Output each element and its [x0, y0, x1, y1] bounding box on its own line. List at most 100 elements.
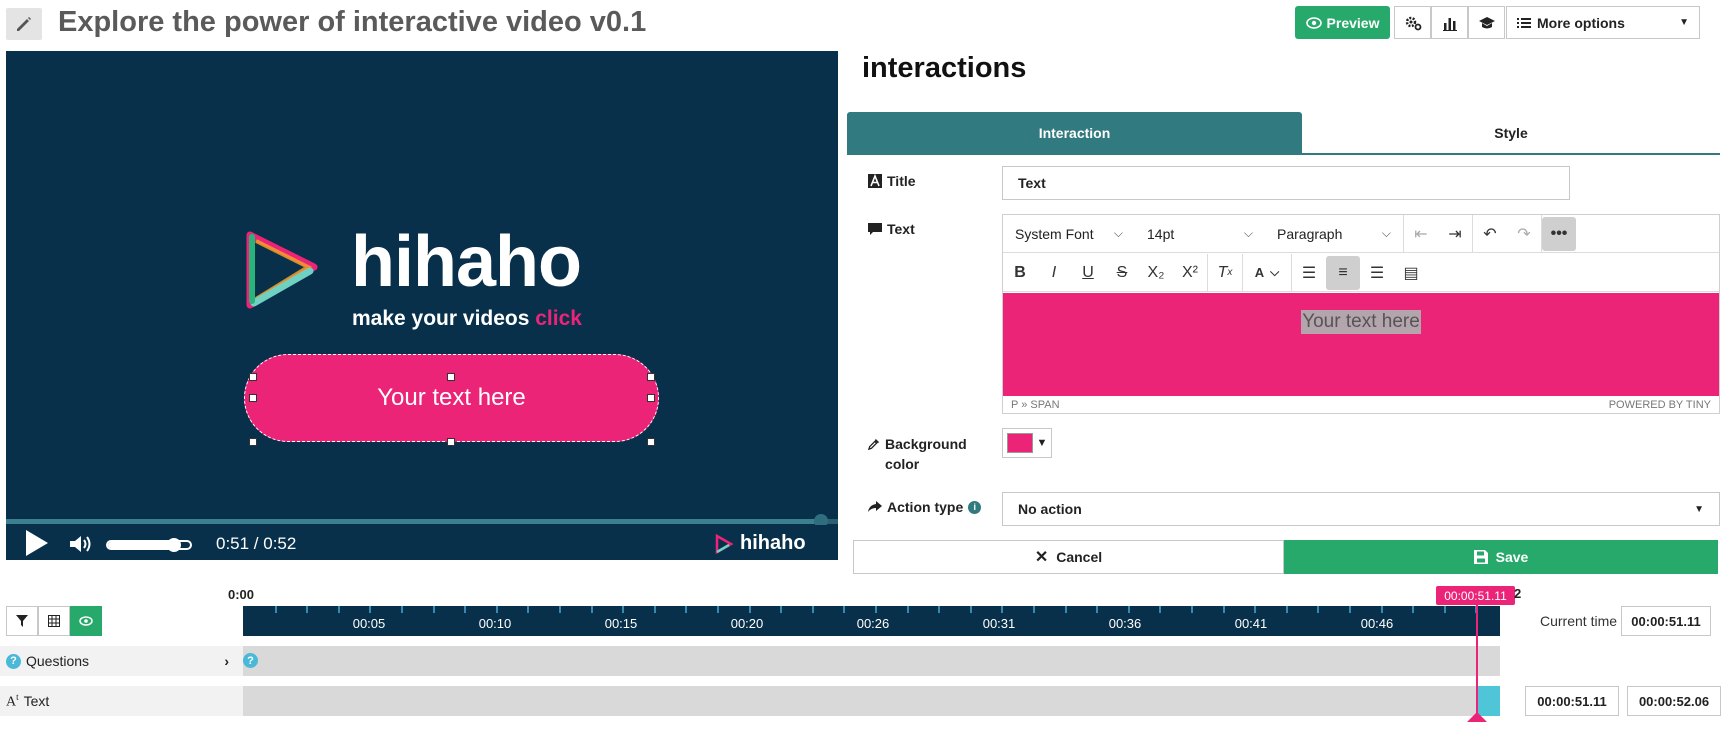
questions-track[interactable]: ?: [243, 646, 1500, 676]
font-family-select[interactable]: System Font ⌵: [1003, 215, 1135, 253]
question-icon: ?: [6, 653, 21, 669]
editor-content-area[interactable]: Your text here: [1003, 293, 1719, 396]
rich-text-editor[interactable]: System Font ⌵ 14pt ⌵ Paragraph ⌵ ⇤ ⇥ ↶ ↷ ••…: [1002, 214, 1720, 414]
ruler-end-digit: 2: [1514, 586, 1522, 601]
align-center-icon[interactable]: ≡: [1326, 255, 1360, 290]
ruler-tick: [843, 606, 846, 613]
ruler-tick: [369, 606, 372, 613]
share-icon: [868, 501, 882, 512]
bold-icon[interactable]: B: [1003, 256, 1037, 290]
font-icon: [868, 174, 882, 188]
resize-handle[interactable]: [647, 394, 655, 402]
resize-handle[interactable]: [447, 373, 455, 381]
editor-toolbar-row-1: System Font ⌵ 14pt ⌵ Paragraph ⌵ ⇤ ⇥ ↶ ↷ ••…: [1003, 214, 1719, 253]
ruler-tick: [527, 606, 530, 613]
resize-handle[interactable]: [447, 438, 455, 446]
undo-icon[interactable]: ↶: [1473, 217, 1507, 251]
background-color-picker[interactable]: ▼: [1002, 428, 1052, 458]
edit-title-button[interactable]: [6, 8, 42, 40]
clear-format-icon[interactable]: Tx: [1208, 256, 1242, 290]
volume-icon[interactable]: [69, 534, 95, 554]
more-options-label: More options: [1537, 14, 1625, 31]
filter-button[interactable]: [6, 606, 38, 636]
ruler-tick: [306, 606, 309, 613]
playhead-time-tag[interactable]: 00:00:51.11: [1436, 586, 1515, 605]
superscript-icon[interactable]: X²: [1173, 256, 1207, 290]
stats-icon: [1442, 17, 1457, 31]
pencil-icon: [17, 17, 31, 31]
resize-handle[interactable]: [249, 394, 257, 402]
text-color-icon[interactable]: A ⌵: [1243, 256, 1291, 290]
ruler-tick: [1349, 606, 1351, 613]
action-type-select[interactable]: No action ▼: [1002, 492, 1720, 526]
settings-button[interactable]: [1394, 6, 1431, 39]
ruler-tick: [653, 606, 656, 613]
block-format-select[interactable]: Paragraph ⌵: [1265, 215, 1403, 253]
chevron-right-icon[interactable]: ›: [224, 653, 229, 669]
save-button[interactable]: Save: [1284, 540, 1718, 574]
ruler-tick: [1317, 606, 1320, 613]
more-options-dropdown[interactable]: More options ▼: [1506, 6, 1700, 39]
tab-interaction[interactable]: Interaction: [847, 112, 1302, 154]
text-row-label: Text: [23, 693, 50, 709]
cancel-button[interactable]: ✕ Cancel: [853, 540, 1284, 574]
editor-toolbar-row-2: B I U S X₂ X² Tx A ⌵ ☰ ≡ ☰ ▤: [1003, 253, 1719, 292]
training-button[interactable]: [1468, 6, 1505, 39]
action-type-label-text: Action type: [887, 499, 964, 515]
filter-icon: [16, 615, 28, 627]
outdent-icon[interactable]: ⇤: [1404, 217, 1438, 251]
info-icon[interactable]: i: [968, 500, 982, 514]
stats-button[interactable]: [1431, 6, 1468, 39]
preview-label: Preview: [1326, 14, 1380, 31]
visibility-button[interactable]: [70, 606, 102, 636]
playhead-marker[interactable]: [1467, 712, 1487, 722]
table-view-button[interactable]: [38, 606, 70, 636]
subscript-icon[interactable]: X₂: [1139, 256, 1173, 290]
ruler-tick: [464, 606, 467, 613]
ruler-tick: [1412, 606, 1415, 613]
tab-style[interactable]: Style: [1302, 112, 1720, 154]
hihaho-small-logo-icon: [715, 533, 734, 554]
editor-statusbar: P » SPAN POWERED BY TINY: [1003, 396, 1719, 413]
font-size-select[interactable]: 14pt ⌵: [1135, 215, 1265, 253]
title-input[interactable]: Text: [1002, 166, 1570, 200]
text-end-time-input[interactable]: 00:00:52.06: [1627, 686, 1721, 716]
text-start-time-input[interactable]: 00:00:51.11: [1525, 686, 1619, 716]
align-left-icon[interactable]: ☰: [1292, 256, 1326, 290]
font-family-value: System Font: [1015, 225, 1094, 242]
resize-handle[interactable]: [647, 438, 655, 446]
italic-icon[interactable]: I: [1037, 256, 1071, 290]
ruler-tick-label: 00:36: [1108, 616, 1142, 631]
text-interaction-overlay[interactable]: Your text here: [244, 354, 659, 442]
ruler-tick: [1191, 606, 1193, 613]
corner-logo: hihaho: [714, 532, 806, 555]
align-right-icon[interactable]: ☰: [1360, 256, 1394, 290]
color-swatch: [1006, 433, 1033, 453]
preview-button[interactable]: Preview: [1295, 6, 1390, 39]
resize-handle[interactable]: [647, 373, 655, 381]
ruler-tick-label: 00:10: [478, 616, 512, 631]
video-player[interactable]: hihaho make your videos click Your text …: [6, 51, 838, 560]
more-tools-icon[interactable]: •••: [1542, 216, 1576, 251]
background-color-label-text: Background color: [885, 436, 967, 472]
resize-handle[interactable]: [249, 438, 257, 446]
question-marker-icon[interactable]: ?: [243, 653, 258, 668]
volume-handle[interactable]: [166, 538, 181, 552]
strikethrough-icon[interactable]: S: [1105, 256, 1139, 290]
redo-icon[interactable]: ↷: [1507, 217, 1541, 251]
hihaho-play-logo-icon: [246, 231, 318, 309]
indent-icon[interactable]: ⇥: [1438, 217, 1472, 251]
eyedropper-icon: [868, 438, 880, 451]
timeline-row-questions[interactable]: ? Questions ›: [0, 646, 243, 676]
text-track[interactable]: [243, 686, 1500, 716]
current-time-input[interactable]: 00:00:51.11: [1621, 606, 1711, 636]
current-time-label: Current time: [1540, 613, 1618, 629]
align-justify-icon[interactable]: ▤: [1394, 256, 1428, 290]
editor-content-text[interactable]: Your text here: [1301, 310, 1421, 334]
timeline-row-text[interactable]: At Text: [0, 686, 243, 716]
underline-icon[interactable]: U: [1071, 256, 1105, 290]
resize-handle[interactable]: [249, 373, 257, 381]
play-icon[interactable]: [24, 529, 50, 557]
ruler-tick: [875, 606, 877, 613]
timeline-ruler[interactable]: 00:05 00:10 00:15 00:20 00:26 00:31 00:36 00:41…: [243, 606, 1500, 636]
